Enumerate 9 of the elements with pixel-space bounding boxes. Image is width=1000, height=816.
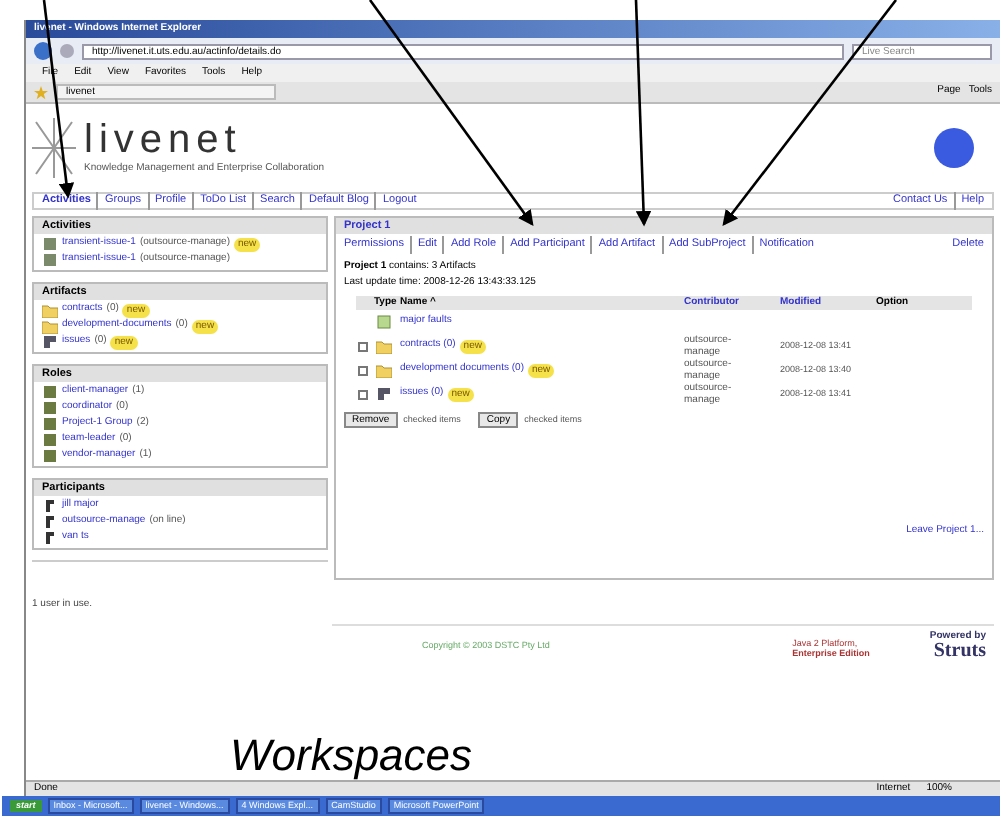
- slide-caption: Workspaces: [230, 732, 473, 780]
- globe-logo-icon: [934, 128, 974, 168]
- row-checkbox[interactable]: [358, 389, 368, 399]
- logo-icon: [32, 118, 76, 178]
- struts-logo: Struts: [933, 642, 986, 662]
- row-checkbox[interactable]: [358, 365, 368, 375]
- site-logo: livenet: [84, 118, 244, 163]
- favorites-star-icon[interactable]: [34, 85, 48, 99]
- row-checkbox[interactable]: [358, 341, 368, 351]
